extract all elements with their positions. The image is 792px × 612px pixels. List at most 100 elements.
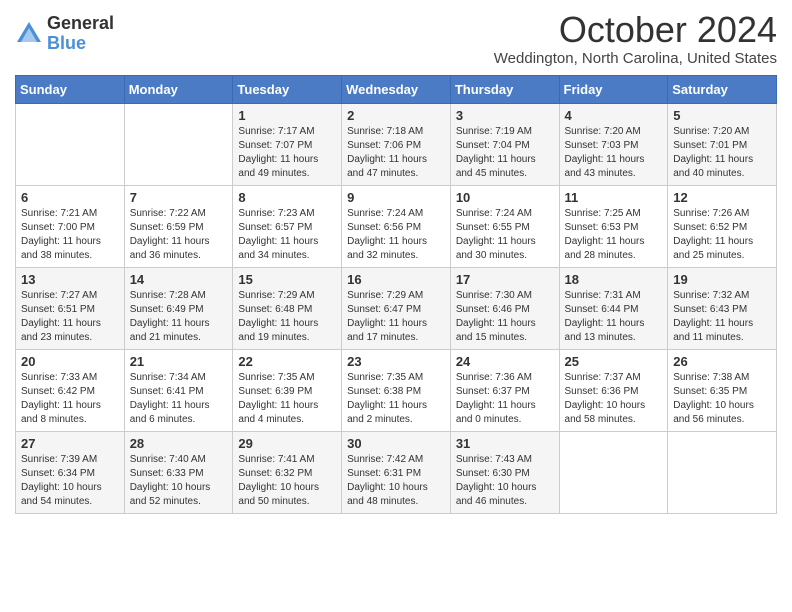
day-info: Sunrise: 7:23 AM Sunset: 6:57 PM Dayligh…	[238, 207, 336, 263]
logo-icon	[15, 20, 43, 48]
calendar-cell	[124, 103, 233, 185]
week-row-3: 13Sunrise: 7:27 AM Sunset: 6:51 PM Dayli…	[16, 267, 777, 349]
calendar-cell: 18 Sunrise: 7:31 AM Sunset: 6:44 PM Dayli…	[559, 267, 668, 349]
day-number: 24	[456, 354, 554, 369]
day-info: Sunrise: 7:18 AM Sunset: 7:06 PM Dayligh…	[347, 125, 445, 181]
calendar-cell	[16, 103, 125, 185]
calendar-cell: 11 Sunrise: 7:25 AM Sunset: 6:53 PM Dayli…	[559, 185, 668, 267]
calendar-cell: 15 Sunrise: 7:29 AM Sunset: 6:48 PM Dayli…	[233, 267, 342, 349]
day-info: Sunrise: 7:36 AM Sunset: 6:37 PM Dayligh…	[456, 371, 554, 427]
day-number: 4	[565, 108, 663, 123]
day-info: Sunrise: 7:29 AM Sunset: 6:47 PM Dayligh…	[347, 289, 445, 345]
day-info: Sunrise: 7:37 AM Sunset: 6:36 PM Dayligh…	[565, 371, 663, 427]
day-number: 2	[347, 108, 445, 123]
day-info: Sunrise: 7:32 AM Sunset: 6:43 PM Dayligh…	[673, 289, 771, 345]
calendar-table: SundayMondayTuesdayWednesdayThursdayFrid…	[15, 75, 777, 514]
day-number: 3	[456, 108, 554, 123]
day-info: Sunrise: 7:20 AM Sunset: 7:01 PM Dayligh…	[673, 125, 771, 181]
calendar-cell: 1 Sunrise: 7:17 AM Sunset: 7:07 PM Daylig…	[233, 103, 342, 185]
day-number: 5	[673, 108, 771, 123]
calendar-cell: 6 Sunrise: 7:21 AM Sunset: 7:00 PM Daylig…	[16, 185, 125, 267]
day-info: Sunrise: 7:28 AM Sunset: 6:49 PM Dayligh…	[130, 289, 228, 345]
day-number: 23	[347, 354, 445, 369]
day-number: 12	[673, 190, 771, 205]
day-info: Sunrise: 7:19 AM Sunset: 7:04 PM Dayligh…	[456, 125, 554, 181]
calendar-cell: 14 Sunrise: 7:28 AM Sunset: 6:49 PM Dayli…	[124, 267, 233, 349]
day-number: 21	[130, 354, 228, 369]
day-number: 10	[456, 190, 554, 205]
day-info: Sunrise: 7:33 AM Sunset: 6:42 PM Dayligh…	[21, 371, 119, 427]
calendar-cell: 24 Sunrise: 7:36 AM Sunset: 6:37 PM Dayli…	[450, 349, 559, 431]
day-info: Sunrise: 7:43 AM Sunset: 6:30 PM Dayligh…	[456, 453, 554, 509]
calendar-cell: 4 Sunrise: 7:20 AM Sunset: 7:03 PM Daylig…	[559, 103, 668, 185]
calendar-cell: 17Sunrise: 7:30 AM Sunset: 6:46 PM Dayli…	[450, 267, 559, 349]
day-number: 27	[21, 436, 119, 451]
day-number: 26	[673, 354, 771, 369]
week-row-1: 1 Sunrise: 7:17 AM Sunset: 7:07 PM Daylig…	[16, 103, 777, 185]
header-wednesday: Wednesday	[342, 75, 451, 103]
day-number: 6	[21, 190, 119, 205]
day-info: Sunrise: 7:25 AM Sunset: 6:53 PM Dayligh…	[565, 207, 663, 263]
day-info: Sunrise: 7:35 AM Sunset: 6:39 PM Dayligh…	[238, 371, 336, 427]
calendar-cell: 30 Sunrise: 7:42 AM Sunset: 6:31 PM Dayli…	[342, 431, 451, 513]
calendar-cell: 25 Sunrise: 7:37 AM Sunset: 6:36 PM Dayli…	[559, 349, 668, 431]
day-number: 19	[673, 272, 771, 287]
week-row-4: 20Sunrise: 7:33 AM Sunset: 6:42 PM Dayli…	[16, 349, 777, 431]
header-sunday: Sunday	[16, 75, 125, 103]
day-info: Sunrise: 7:26 AM Sunset: 6:52 PM Dayligh…	[673, 207, 771, 263]
calendar-cell: 16 Sunrise: 7:29 AM Sunset: 6:47 PM Dayli…	[342, 267, 451, 349]
calendar-cell: 13Sunrise: 7:27 AM Sunset: 6:51 PM Dayli…	[16, 267, 125, 349]
day-info: Sunrise: 7:31 AM Sunset: 6:44 PM Dayligh…	[565, 289, 663, 345]
day-info: Sunrise: 7:20 AM Sunset: 7:03 PM Dayligh…	[565, 125, 663, 181]
calendar-cell: 23Sunrise: 7:35 AM Sunset: 6:38 PM Dayli…	[342, 349, 451, 431]
day-number: 7	[130, 190, 228, 205]
calendar-cell: 21 Sunrise: 7:34 AM Sunset: 6:41 PM Dayli…	[124, 349, 233, 431]
calendar-cell: 29Sunrise: 7:41 AM Sunset: 6:32 PM Dayli…	[233, 431, 342, 513]
logo-blue: Blue	[47, 34, 114, 54]
day-info: Sunrise: 7:38 AM Sunset: 6:35 PM Dayligh…	[673, 371, 771, 427]
day-number: 11	[565, 190, 663, 205]
calendar-cell: 7 Sunrise: 7:22 AM Sunset: 6:59 PM Daylig…	[124, 185, 233, 267]
header-saturday: Saturday	[668, 75, 777, 103]
day-number: 30	[347, 436, 445, 451]
calendar-cell: 12 Sunrise: 7:26 AM Sunset: 6:52 PM Dayli…	[668, 185, 777, 267]
calendar-cell: 5 Sunrise: 7:20 AM Sunset: 7:01 PM Daylig…	[668, 103, 777, 185]
day-number: 15	[238, 272, 336, 287]
day-info: Sunrise: 7:39 AM Sunset: 6:34 PM Dayligh…	[21, 453, 119, 509]
day-info: Sunrise: 7:17 AM Sunset: 7:07 PM Dayligh…	[238, 125, 336, 181]
page-header: General Blue October 2024 Weddington, No…	[15, 10, 777, 67]
location: Weddington, North Carolina, United State…	[494, 50, 777, 67]
calendar-cell: 8Sunrise: 7:23 AM Sunset: 6:57 PM Daylig…	[233, 185, 342, 267]
calendar-body: 1 Sunrise: 7:17 AM Sunset: 7:07 PM Daylig…	[16, 103, 777, 513]
header-thursday: Thursday	[450, 75, 559, 103]
calendar-cell: 27 Sunrise: 7:39 AM Sunset: 6:34 PM Dayli…	[16, 431, 125, 513]
day-info: Sunrise: 7:29 AM Sunset: 6:48 PM Dayligh…	[238, 289, 336, 345]
day-number: 18	[565, 272, 663, 287]
day-number: 1	[238, 108, 336, 123]
day-info: Sunrise: 7:24 AM Sunset: 6:55 PM Dayligh…	[456, 207, 554, 263]
calendar-cell: 10 Sunrise: 7:24 AM Sunset: 6:55 PM Dayli…	[450, 185, 559, 267]
day-number: 25	[565, 354, 663, 369]
header-monday: Monday	[124, 75, 233, 103]
day-info: Sunrise: 7:34 AM Sunset: 6:41 PM Dayligh…	[130, 371, 228, 427]
header-tuesday: Tuesday	[233, 75, 342, 103]
day-number: 22	[238, 354, 336, 369]
calendar-header: SundayMondayTuesdayWednesdayThursdayFrid…	[16, 75, 777, 103]
day-info: Sunrise: 7:42 AM Sunset: 6:31 PM Dayligh…	[347, 453, 445, 509]
day-info: Sunrise: 7:27 AM Sunset: 6:51 PM Dayligh…	[21, 289, 119, 345]
week-row-5: 27 Sunrise: 7:39 AM Sunset: 6:34 PM Dayli…	[16, 431, 777, 513]
day-number: 16	[347, 272, 445, 287]
month-title: October 2024	[494, 10, 777, 50]
day-info: Sunrise: 7:24 AM Sunset: 6:56 PM Dayligh…	[347, 207, 445, 263]
calendar-cell: 3 Sunrise: 7:19 AM Sunset: 7:04 PM Daylig…	[450, 103, 559, 185]
day-number: 28	[130, 436, 228, 451]
calendar-cell: 26 Sunrise: 7:38 AM Sunset: 6:35 PM Dayli…	[668, 349, 777, 431]
day-info: Sunrise: 7:22 AM Sunset: 6:59 PM Dayligh…	[130, 207, 228, 263]
day-number: 29	[238, 436, 336, 451]
day-number: 14	[130, 272, 228, 287]
calendar-cell	[668, 431, 777, 513]
logo-text: General Blue	[47, 14, 114, 54]
calendar-cell: 22 Sunrise: 7:35 AM Sunset: 6:39 PM Dayli…	[233, 349, 342, 431]
day-info: Sunrise: 7:21 AM Sunset: 7:00 PM Dayligh…	[21, 207, 119, 263]
header-row: SundayMondayTuesdayWednesdayThursdayFrid…	[16, 75, 777, 103]
